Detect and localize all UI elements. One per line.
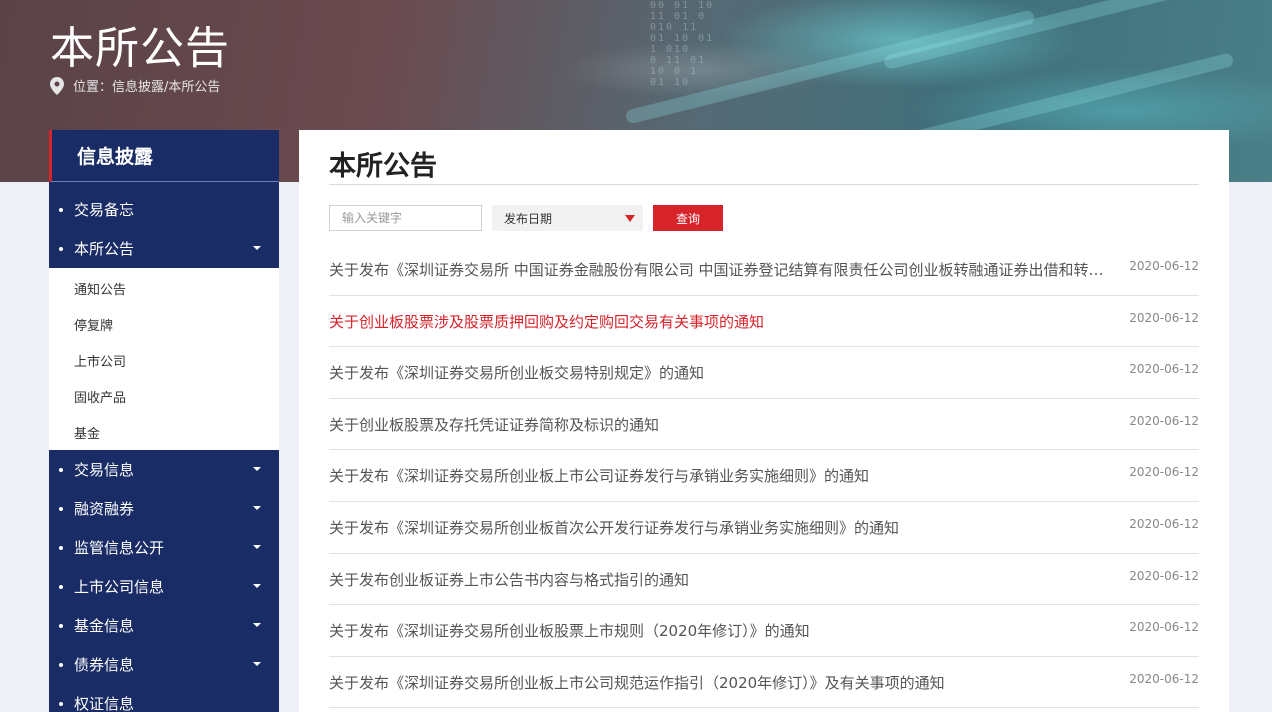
query-button[interactable]: 查询 [653,205,723,231]
caret-down-icon [253,467,261,471]
main-panel: 本所公告 发布日期 查询 关于发布《深圳证券交易所 中国证券金融股份有限公司 中… [299,130,1229,712]
subnav-item-notices[interactable]: 通知公告 [49,270,279,306]
sidebar-item-label: 融资融券 [74,500,135,518]
subnav-item-listed-companies[interactable]: 上市公司 [49,342,279,378]
search-input[interactable] [329,205,482,231]
banner-decoration: 00 01 10 11 01 0 010 11 01 10 01 1 010 0 11 0… [650,0,715,88]
list-item[interactable]: 关于发布《深圳证券交易所创业板上市公司证券发行与承销业务实施细则》的通知 202… [329,450,1199,502]
list-item[interactable]: 关于发布《深圳证券交易所创业板上市公司规范运作指引（2020年修订）》及有关事项… [329,657,1199,709]
bullet-icon [59,584,63,589]
section-title: 本所公告 [329,151,437,182]
sidebar-item-label: 基金信息 [74,617,135,635]
list-item[interactable]: 关于发布《深圳证券交易所 中国证券金融股份有限公司 中国证券登记结算有限责任公司… [329,244,1199,296]
triangle-down-icon [625,215,635,222]
sidebar-item-label: 权证信息 [74,695,135,712]
sidebar: 信息披露 交易备忘 本所公告 通知公告 停复牌 上市公司 固收产品 基金 交易信… [49,130,279,712]
sidebar-item-label: 监管信息公开 [74,539,165,557]
notice-date: 2020-06-12 [1129,465,1199,480]
sidebar-item-trading-memo[interactable]: 交易备忘 [49,190,279,229]
bullet-icon [59,701,63,706]
bullet-icon [59,545,63,550]
bullet-icon [59,246,63,251]
breadcrumb-text: 位置：信息披露/本所公告 [73,80,221,95]
caret-down-icon [253,584,261,588]
subnav-item-funds[interactable]: 基金 [49,414,279,450]
notice-list: 关于发布《深圳证券交易所 中国证券金融股份有限公司 中国证券登记结算有限责任公司… [329,244,1199,709]
notice-title[interactable]: 关于发布《深圳证券交易所 中国证券金融股份有限公司 中国证券登记结算有限责任公司… [329,259,1109,280]
sidebar-item-margin-trading[interactable]: 融资融券 [49,489,279,528]
subnav-item-suspension[interactable]: 停复牌 [49,306,279,342]
notice-date: 2020-06-12 [1129,362,1199,377]
date-select[interactable]: 发布日期 [492,205,643,231]
map-pin-icon [50,76,64,95]
sidebar-item-trading-info[interactable]: 交易信息 [49,450,279,489]
sidebar-item-listed-company-info[interactable]: 上市公司信息 [49,567,279,606]
notice-date: 2020-06-12 [1129,620,1199,635]
notice-title[interactable]: 关于发布创业板证券上市公告书内容与格式指引的通知 [329,569,1109,590]
caret-down-icon [253,545,261,549]
list-item[interactable]: 关于发布《深圳证券交易所创业板首次公开发行证券发行与承销业务实施细则》的通知 2… [329,502,1199,554]
bullet-icon [59,207,63,212]
list-item[interactable]: 关于创业板股票及存托凭证证券简称及标识的通知 2020-06-12 [329,399,1199,451]
notice-date: 2020-06-12 [1129,310,1199,325]
notice-date: 2020-06-12 [1129,259,1199,273]
notice-title[interactable]: 关于创业板股票涉及股票质押回购及约定购回交易有关事项的通知 [329,311,1109,332]
sidebar-item-label: 交易信息 [74,461,135,479]
sidebar-item-warrant-info[interactable]: 权证信息 [49,684,279,712]
sidebar-item-bond-info[interactable]: 债券信息 [49,645,279,684]
notice-title[interactable]: 关于创业板股票及存托凭证证券简称及标识的通知 [329,414,1109,435]
bullet-icon [59,662,63,667]
caret-down-icon [253,246,261,250]
sidebar-item-label: 本所公告 [74,240,135,258]
bullet-icon [59,623,63,628]
sidebar-subnav: 通知公告 停复牌 上市公司 固收产品 基金 [49,268,279,450]
sidebar-item-label: 上市公司信息 [74,578,165,596]
bullet-icon [59,467,63,472]
sidebar-heading: 信息披露 [49,130,279,182]
sidebar-item-announcements[interactable]: 本所公告 [49,229,279,268]
notice-title[interactable]: 关于发布《深圳证券交易所创业板首次公开发行证券发行与承销业务实施细则》的通知 [329,517,1109,538]
caret-down-icon [253,506,261,510]
notice-title[interactable]: 关于发布《深圳证券交易所创业板股票上市规则（2020年修订）》的通知 [329,620,1109,641]
list-item[interactable]: 关于发布《深圳证券交易所创业板交易特别规定》的通知 2020-06-12 [329,347,1199,399]
subnav-item-fixed-income[interactable]: 固收产品 [49,378,279,414]
caret-down-icon [253,662,261,666]
divider [329,184,1199,185]
list-item[interactable]: 关于发布《深圳证券交易所创业板股票上市规则（2020年修订）》的通知 2020-… [329,605,1199,657]
date-select-value: 发布日期 [504,211,553,226]
sidebar-item-fund-info[interactable]: 基金信息 [49,606,279,645]
sidebar-item-label: 债券信息 [74,656,135,674]
notice-date: 2020-06-12 [1129,413,1199,428]
page-title: 本所公告 [50,23,230,74]
notice-title[interactable]: 关于发布《深圳证券交易所创业板交易特别规定》的通知 [329,362,1109,383]
caret-down-icon [253,623,261,627]
sidebar-item-regulatory-info[interactable]: 监管信息公开 [49,528,279,567]
notice-date: 2020-06-12 [1129,568,1199,583]
notice-title[interactable]: 关于发布《深圳证券交易所创业板上市公司证券发行与承销业务实施细则》的通知 [329,465,1109,486]
bullet-icon [59,506,63,511]
sidebar-item-label: 交易备忘 [74,201,135,219]
breadcrumb: 位置：信息披露/本所公告 [50,76,220,95]
list-item[interactable]: 关于发布创业板证券上市公告书内容与格式指引的通知 2020-06-12 [329,554,1199,606]
notice-title[interactable]: 关于发布《深圳证券交易所创业板上市公司规范运作指引（2020年修订）》及有关事项… [329,672,1109,693]
notice-date: 2020-06-12 [1129,671,1199,686]
notice-date: 2020-06-12 [1129,516,1199,531]
list-item[interactable]: 关于创业板股票涉及股票质押回购及约定购回交易有关事项的通知 2020-06-12 [329,296,1199,348]
